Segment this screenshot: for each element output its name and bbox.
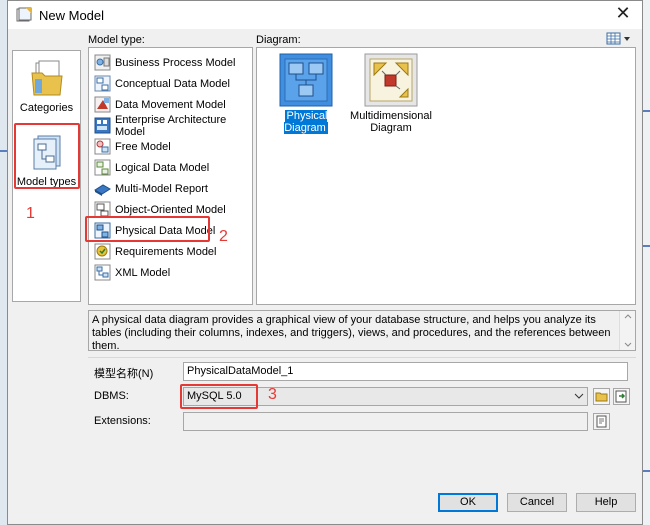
background-left-strip: [0, 0, 7, 525]
extensions-label: Extensions:: [94, 415, 151, 427]
diagram-label: Multidimensional Diagram: [350, 110, 432, 134]
description-box: A physical data diagram provides a graph…: [88, 310, 636, 352]
title-bar: New Model ✕: [8, 1, 642, 29]
annotation-number-2: 2: [219, 228, 228, 245]
new-model-window-icon: [16, 7, 32, 22]
data-movement-icon: [94, 96, 111, 113]
view-grid-icon: [606, 32, 630, 45]
cancel-button[interactable]: Cancel: [507, 493, 567, 512]
scroll-arrows-icon: [624, 314, 632, 347]
form-divider: [88, 357, 636, 358]
list-item-logical-data[interactable]: Logical Data Model: [94, 158, 249, 177]
diagram-panel: Physical Diagram Multidimensional Diagra…: [256, 47, 636, 305]
help-button[interactable]: Help: [576, 493, 636, 512]
list-item-label: XML Model: [115, 266, 171, 279]
enterprise-architecture-icon: [94, 117, 111, 134]
list-item-free-model[interactable]: Free Model: [94, 137, 249, 156]
list-item-label: Multi-Model Report: [115, 182, 208, 195]
model-type-label-text: Model type:: [88, 34, 145, 46]
dbms-properties-button[interactable]: [613, 388, 630, 405]
diagram-physical[interactable]: Physical Diagram: [265, 53, 347, 134]
close-button[interactable]: ✕: [612, 3, 634, 25]
list-item-label: Data Movement Model: [115, 98, 226, 111]
xml-model-icon: [94, 264, 111, 281]
list-item-business-process[interactable]: Business Process Model: [94, 53, 249, 72]
model-type-list: Business Process Model Conceptual Data M…: [88, 47, 253, 305]
folder-open-icon: [595, 392, 608, 402]
multidimensional-diagram-icon: [364, 53, 418, 107]
requirements-icon: [94, 243, 111, 260]
annotation-box-3: [180, 384, 258, 409]
category-categories[interactable]: Categories: [13, 59, 80, 114]
properties-arrow-icon: [615, 390, 627, 403]
diagram-multidimensional[interactable]: Multidimensional Diagram: [350, 53, 432, 134]
folder-icon: [30, 60, 63, 96]
description-text: A physical data diagram provides a graph…: [92, 314, 611, 352]
dbms-browse-button[interactable]: [593, 388, 610, 405]
view-mode-button[interactable]: [606, 32, 634, 46]
annotation-box-1: [14, 123, 80, 189]
description-scrollbar[interactable]: [619, 311, 635, 350]
conceptual-data-icon: [94, 75, 111, 92]
list-item-xml-model[interactable]: XML Model: [94, 263, 249, 282]
model-name-label: 模型名称(N): [94, 368, 154, 380]
list-item-enterprise-architecture[interactable]: Enterprise Architecture Model: [94, 113, 249, 138]
model-type-label: Model type:: [88, 34, 145, 46]
list-item-label: Enterprise Architecture Model: [115, 113, 227, 138]
model-name-field[interactable]: PhysicalDataModel_1: [183, 362, 628, 381]
multi-model-report-icon: [94, 184, 111, 196]
list-item-label: Free Model: [115, 140, 171, 153]
list-item-multi-model-report[interactable]: Multi-Model Report: [94, 179, 249, 198]
diagram-label: Diagram:: [256, 34, 301, 46]
annotation-box-2: [85, 216, 210, 242]
ok-button[interactable]: OK: [438, 493, 498, 512]
diagram-label-selected: Physical Diagram: [284, 110, 328, 134]
list-item-data-movement[interactable]: Data Movement Model: [94, 95, 249, 114]
dbms-label: DBMS:: [94, 390, 129, 402]
select-document-icon: [596, 415, 607, 428]
list-item-conceptual-data[interactable]: Conceptual Data Model: [94, 74, 249, 93]
extensions-select-button[interactable]: [593, 413, 610, 430]
new-model-dialog: New Model ✕ Categories Model types Model…: [7, 0, 643, 525]
physical-diagram-icon: [279, 53, 333, 107]
annotation-number-3: 3: [268, 386, 277, 403]
annotation-number-1: 1: [26, 205, 35, 222]
chevron-down-icon: [574, 393, 584, 399]
logical-data-icon: [94, 159, 111, 176]
window-title: New Model: [39, 8, 105, 23]
list-item-label: Object-Oriented Model: [115, 203, 226, 216]
diagram-label-text: Diagram:: [256, 34, 301, 46]
business-process-icon: [94, 54, 111, 71]
extensions-field[interactable]: [183, 412, 588, 431]
list-item-label: Logical Data Model: [115, 161, 210, 174]
background-line: [0, 150, 7, 152]
list-item-label: Requirements Model: [115, 245, 217, 258]
category-label: Categories: [19, 102, 74, 114]
list-item-label: Conceptual Data Model: [115, 77, 230, 90]
free-model-icon: [94, 138, 111, 155]
list-item-label: Business Process Model: [115, 56, 236, 69]
